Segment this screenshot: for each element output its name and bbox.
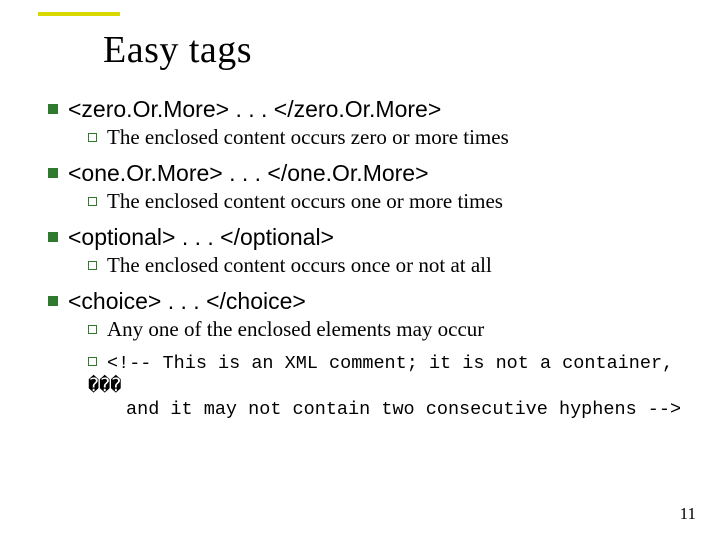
bullet-icon [48, 104, 58, 114]
desc-line-0: The enclosed content occurs zero or more… [88, 125, 690, 150]
tag-line-2: <optional> . . . </optional> [48, 224, 690, 251]
square-icon [88, 197, 97, 206]
tag-text-1: <one.Or.More> . . . </one.Or.More> [68, 160, 429, 186]
bullet-icon [48, 296, 58, 306]
tag-text-0: <zero.Or.More> . . . </zero.Or.More> [68, 96, 441, 122]
tag-text-3: <choice> . . . </choice> [68, 288, 306, 314]
comment-line-2: and it may not contain two consecutive h… [126, 398, 690, 421]
slide: Easy tags <zero.Or.More> . . . </zero.Or… [0, 0, 720, 540]
square-icon [88, 261, 97, 270]
tag-line-1: <one.Or.More> . . . </one.Or.More> [48, 160, 690, 187]
desc-line-3: Any one of the enclosed elements may occ… [88, 317, 690, 342]
slide-title: Easy tags [103, 28, 690, 72]
page-number: 11 [680, 504, 696, 524]
square-icon [88, 357, 97, 366]
bullet-icon [48, 168, 58, 178]
tag-line-3: <choice> . . . </choice> [48, 288, 690, 315]
desc-text-0: The enclosed content occurs zero or more… [107, 125, 509, 149]
square-icon [88, 325, 97, 334]
desc-text-2: The enclosed content occurs once or not … [107, 253, 492, 277]
tag-line-0: <zero.Or.More> . . . </zero.Or.More> [48, 96, 690, 123]
desc-line-2: The enclosed content occurs once or not … [88, 253, 690, 278]
content-area: <zero.Or.More> . . . </zero.Or.More> The… [48, 96, 690, 421]
accent-bar [38, 12, 120, 16]
comment-line-1: <!-- This is an XML comment; it is not a… [88, 352, 690, 398]
bullet-icon [48, 232, 58, 242]
desc-text-1: The enclosed content occurs one or more … [107, 189, 503, 213]
tag-text-2: <optional> . . . </optional> [68, 224, 334, 250]
comment-text-1: <!-- This is an XML comment; it is not a… [88, 353, 673, 397]
desc-text-3: Any one of the enclosed elements may occ… [107, 317, 484, 341]
desc-line-1: The enclosed content occurs one or more … [88, 189, 690, 214]
square-icon [88, 133, 97, 142]
